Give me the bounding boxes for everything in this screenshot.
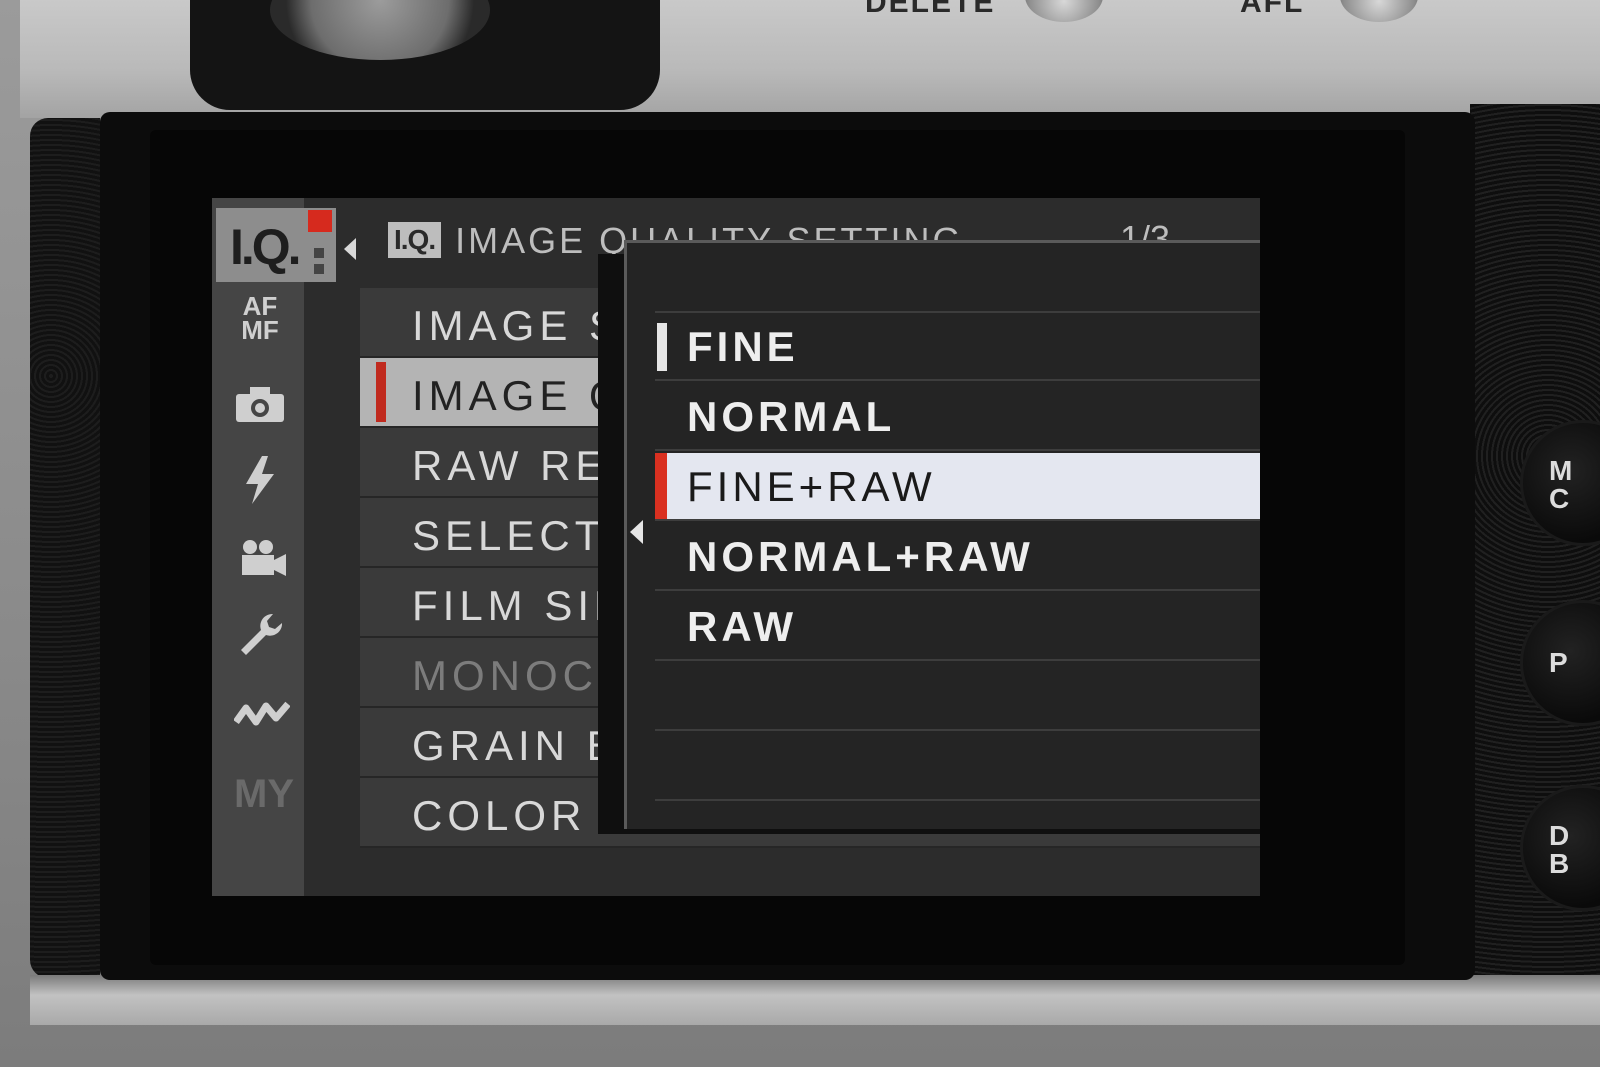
side-button-p-label: P	[1549, 647, 1568, 678]
popup-panel: FINE NORMAL FINE+RAW NORMAL+RAW RAW	[624, 240, 1260, 829]
camera-icon[interactable]	[234, 384, 286, 429]
tab-iq-label: I.Q.	[230, 219, 302, 275]
tab-iq-page-marker	[308, 210, 332, 232]
camera-bottom-plate	[30, 975, 1600, 1025]
option-fine[interactable]: FINE	[655, 313, 1260, 381]
option-label: FINE+RAW	[687, 463, 936, 510]
tab-caret-icon	[344, 238, 356, 260]
popup-blank-row	[655, 245, 1260, 313]
option-label: NORMAL	[687, 393, 896, 440]
afl-button[interactable]	[1340, 0, 1418, 22]
delete-button[interactable]	[1025, 0, 1103, 22]
popup-caret-icon	[630, 520, 643, 544]
tab-iq-page-dot	[314, 248, 324, 258]
menu-tab-rail: AF MF MY	[212, 198, 304, 896]
option-raw[interactable]: RAW	[655, 593, 1260, 661]
movie-camera-icon[interactable]	[234, 538, 286, 585]
menu-screen: AF MF MY I.Q. I.Q.IMAGE QUALITY SETTING …	[212, 198, 1260, 896]
side-button-mc-label: M C	[1549, 455, 1573, 514]
option-normal[interactable]: NORMAL	[655, 383, 1260, 451]
tab-my-menu[interactable]: MY	[234, 772, 294, 817]
side-button-db-label: D B	[1549, 820, 1570, 879]
option-label: RAW	[687, 603, 797, 650]
header-iq-badge: I.Q.	[388, 222, 442, 258]
wave-icon[interactable]	[233, 698, 291, 733]
option-label: NORMAL+RAW	[687, 533, 1034, 580]
option-fine-raw[interactable]: FINE+RAW	[655, 453, 1260, 521]
tab-iq-page-dot	[314, 264, 324, 274]
leather-grip-left	[30, 118, 100, 978]
option-label: FINE	[687, 323, 799, 370]
wrench-icon[interactable]	[234, 610, 286, 665]
tab-iq[interactable]: I.Q.	[216, 208, 336, 282]
popup-blank-row	[655, 733, 1260, 801]
afl-label: AFL	[1240, 0, 1305, 19]
flash-icon[interactable]	[234, 454, 286, 511]
image-quality-popup: FINE NORMAL FINE+RAW NORMAL+RAW RAW	[598, 240, 1260, 834]
delete-label: DELETE	[865, 0, 996, 19]
option-normal-raw[interactable]: NORMAL+RAW	[655, 523, 1260, 591]
popup-blank-row	[655, 663, 1260, 731]
tab-af-mf[interactable]: AF MF	[234, 293, 286, 343]
